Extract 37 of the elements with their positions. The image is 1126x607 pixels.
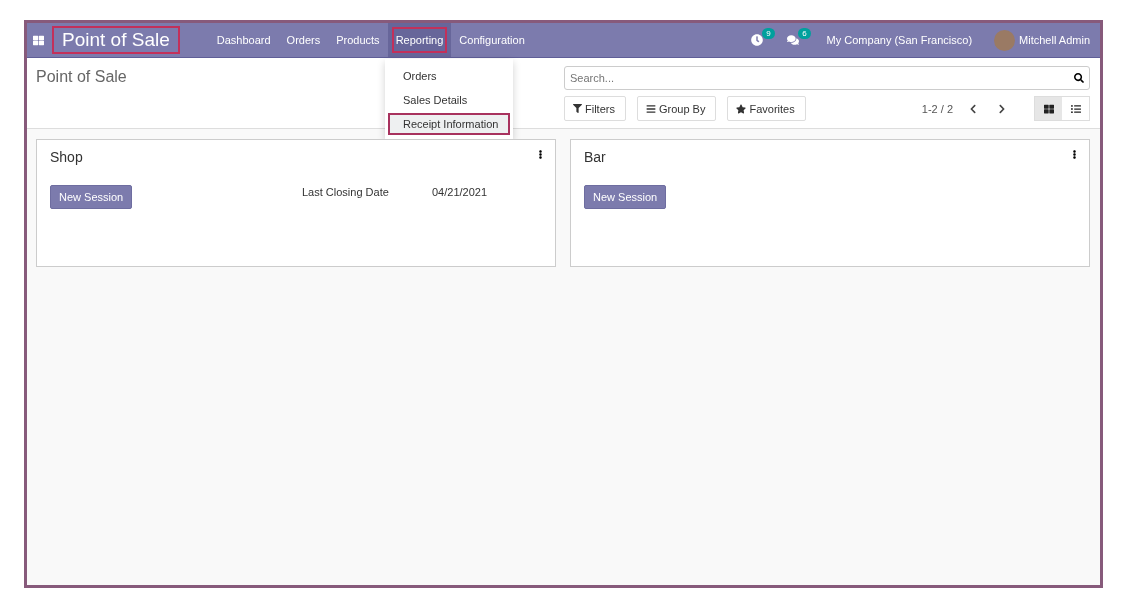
new-session-button[interactable]: New Session <box>584 185 667 209</box>
menu-item[interactable]: Orders <box>278 23 329 57</box>
count-badge: 9 <box>762 28 775 39</box>
toolbar-button[interactable]: Favorites <box>727 96 806 121</box>
field-label: Last Closing Date <box>302 186 390 198</box>
filter-icon <box>573 104 582 113</box>
menu-item[interactable]: Dashboard <box>208 23 279 57</box>
clock-icon[interactable] <box>750 34 763 46</box>
menu-icon <box>645 103 656 114</box>
toolbar-button[interactable]: Filters <box>564 96 626 121</box>
count-badge: 6 <box>798 28 811 39</box>
dropdown-item[interactable]: Orders <box>388 65 510 87</box>
card-title: Shop <box>50 149 83 165</box>
star-icon <box>736 103 747 114</box>
card-title: Bar <box>584 149 606 165</box>
new-session-button[interactable]: New Session <box>50 185 133 209</box>
more-icon[interactable] <box>536 150 545 159</box>
dropdown-item[interactable]: Sales Details <box>388 89 510 111</box>
list-icon <box>1070 103 1081 114</box>
company-switcher[interactable]: My Company (San Francisco) <box>826 34 973 46</box>
search-field[interactable]: Search... <box>564 66 1090 90</box>
field-value: 04/21/2021 <box>432 186 489 198</box>
dropdown-item[interactable]: Receipt Information <box>388 113 510 135</box>
search-icon[interactable] <box>1074 73 1084 83</box>
toolbar-button[interactable]: Group By <box>636 96 717 121</box>
menu-item[interactable]: Configuration <box>451 23 533 57</box>
app-title: Point of Sale <box>52 26 180 54</box>
page-title: Point of Sale <box>36 68 127 87</box>
chat-icon[interactable] <box>786 34 799 46</box>
pager-text: 1-2 / 2 <box>921 102 953 115</box>
grid-icon <box>1043 103 1054 114</box>
user-name[interactable]: Mitchell Admin <box>1019 34 1090 46</box>
more-icon[interactable] <box>1070 150 1079 159</box>
menu-item[interactable]: Products <box>328 23 388 57</box>
apps-icon[interactable] <box>33 34 44 46</box>
menu-item[interactable]: Reporting <box>387 23 452 57</box>
view-switch[interactable] <box>1035 97 1062 120</box>
